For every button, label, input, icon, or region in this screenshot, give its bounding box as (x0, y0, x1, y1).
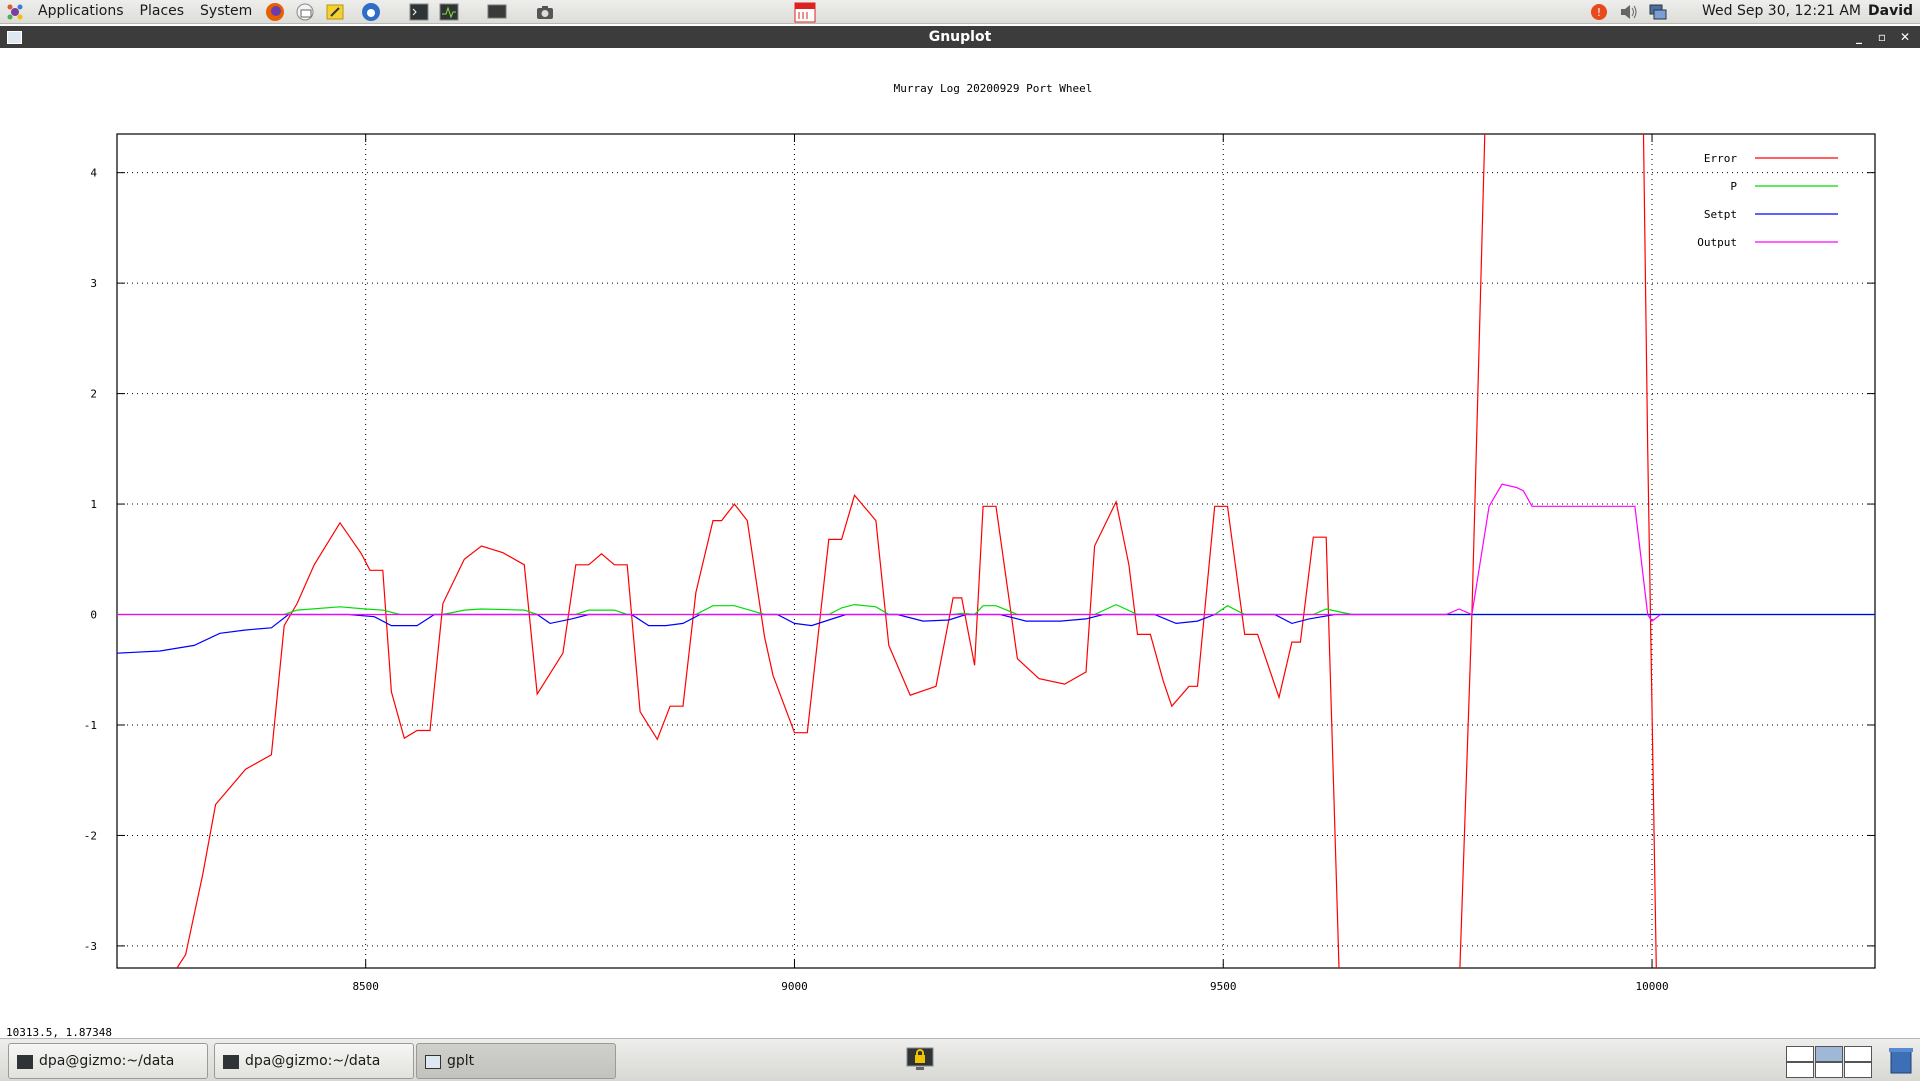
update-icon[interactable]: ! (1589, 2, 1609, 21)
system-monitor-icon[interactable] (438, 2, 460, 22)
user-name[interactable]: David (1868, 0, 1913, 23)
y-tick-label: 4 (90, 167, 97, 180)
maximize-button[interactable]: ▫ (1872, 26, 1892, 48)
workspace-6[interactable] (1844, 1062, 1872, 1078)
x-tick-label: 10000 (1635, 980, 1668, 993)
series-error-line (1642, 134, 1657, 968)
close-button[interactable]: ✕ (1895, 26, 1915, 48)
screen-icon[interactable] (486, 2, 508, 22)
taskbar-item-label: dpa@gizmo:~/data (39, 1053, 175, 1069)
x-tick-label: 9500 (1210, 980, 1237, 993)
workspace-1[interactable] (1786, 1046, 1814, 1062)
mail-icon[interactable] (294, 2, 316, 22)
y-tick-label: 1 (90, 498, 97, 511)
legend-label: Output (1697, 236, 1737, 249)
taskbar-item-label: gplt (447, 1053, 475, 1069)
notes-icon[interactable] (324, 2, 346, 22)
window-icon (425, 1055, 441, 1069)
workspace-4[interactable] (1786, 1062, 1814, 1078)
series-output-line (117, 483, 1661, 622)
y-tick-label: 2 (90, 388, 97, 401)
terminal-icon[interactable] (408, 2, 430, 22)
thunderbird-icon[interactable] (360, 2, 382, 22)
volume-icon[interactable] (1619, 2, 1639, 21)
y-tick-label: 0 (90, 609, 97, 622)
workspace-3[interactable] (1844, 1046, 1872, 1062)
legend-label: Setpt (1704, 208, 1737, 221)
series-error-line (176, 493, 1340, 968)
plot-border (116, 133, 1876, 969)
window-title: Gnuplot (928, 29, 992, 45)
window-menu-icon[interactable] (7, 31, 22, 44)
minimize-button[interactable]: _ (1849, 26, 1869, 48)
taskbar-item-label: dpa@gizmo:~/data (245, 1053, 381, 1069)
workspace-5[interactable] (1815, 1062, 1843, 1078)
menu-applications[interactable]: Applications (30, 0, 132, 23)
y-tick-label: -2 (84, 829, 97, 842)
legend-label: Error (1704, 152, 1737, 165)
menu-places[interactable]: Places (132, 0, 193, 23)
taskbar-item-terminal-1[interactable]: dpa@gizmo:~/data (8, 1043, 208, 1079)
network-icon[interactable] (1648, 2, 1668, 21)
series-setpt-line (117, 613, 1875, 654)
gnuplot-canvas[interactable]: Murray Log 20200929 Port Wheel 8500 9000 9… (0, 48, 1920, 1028)
camera-icon[interactable] (534, 2, 556, 22)
trash-icon[interactable] (1888, 1045, 1914, 1079)
y-tick-label: 3 (90, 277, 97, 290)
window-titlebar[interactable]: Gnuplot _ ▫ ✕ (0, 26, 1920, 48)
legend-label: P (1730, 180, 1737, 193)
taskbar-item-terminal-2[interactable]: dpa@gizmo:~/data (214, 1043, 414, 1079)
calendar-icon[interactable] (794, 2, 816, 22)
legend: Error P Setpt Output (1697, 152, 1838, 249)
taskbar-item-gplt[interactable]: gplt (416, 1043, 616, 1079)
terminal-icon (17, 1055, 33, 1069)
series-p-line (117, 603, 1875, 616)
plot-svg: Murray Log 20200929 Port Wheel 8500 9000 9… (84, 82, 1876, 993)
workspace-2[interactable] (1815, 1046, 1843, 1062)
grid-lines (117, 134, 1875, 968)
firefox-icon[interactable] (264, 2, 286, 22)
applications-logo-icon[interactable] (4, 2, 26, 22)
clock[interactable]: Wed Sep 30, 12:21 AM (1702, 0, 1861, 23)
bottom-panel: dpa@gizmo:~/data dpa@gizmo:~/data gplt (0, 1038, 1920, 1081)
axes: 8500 9000 9500 10000 4 3 2 1 0 -1 -2 -3 (84, 133, 1876, 993)
y-tick-label: -3 (84, 940, 97, 953)
top-panel: Applications Places System ! Wed Sep 30,… (0, 0, 1920, 24)
lock-screen-icon[interactable] (906, 1047, 934, 1077)
svg-text:!: ! (1597, 6, 1601, 19)
x-tick-label: 9000 (781, 980, 808, 993)
series-error-line (1459, 134, 1486, 968)
terminal-icon (223, 1055, 239, 1069)
y-tick-label: -1 (84, 719, 97, 732)
x-tick-label: 8500 (352, 980, 379, 993)
series-lines (117, 134, 1875, 968)
chart-title: Murray Log 20200929 Port Wheel (894, 82, 1093, 95)
menu-system[interactable]: System (192, 0, 260, 23)
